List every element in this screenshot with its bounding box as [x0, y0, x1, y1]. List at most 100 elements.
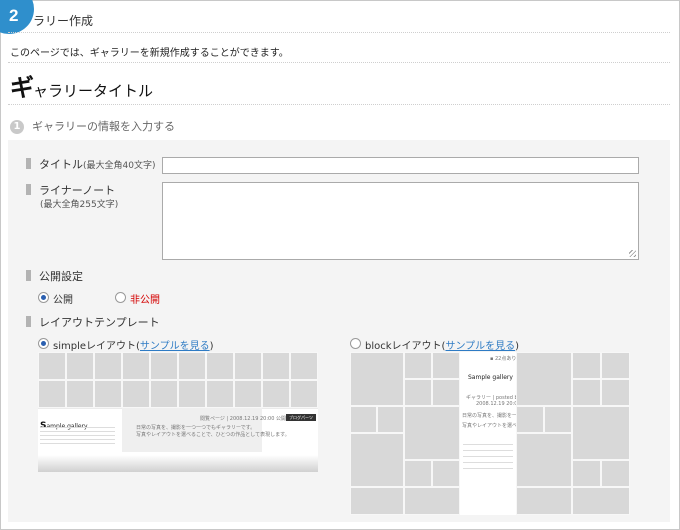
- visibility-private-radio[interactable]: [115, 292, 126, 303]
- step-number: 2: [9, 6, 19, 25]
- page-title-initial: ギ: [10, 74, 34, 102]
- preview-photo: [350, 352, 404, 406]
- preview-photo: [404, 487, 460, 515]
- preview-photo: [516, 487, 572, 515]
- preview-photo: [516, 406, 544, 433]
- layout-simple-label: simpleレイアウト(サンプルを見る): [53, 337, 214, 352]
- preview-text-line: [463, 462, 513, 463]
- preview-photo: [601, 460, 630, 487]
- liner-notes-label-text: ライナーノート: [39, 184, 116, 197]
- layout-simple-name[interactable]: simpleレイアウト: [53, 341, 136, 352]
- title-label-text: タイトル: [39, 158, 83, 171]
- preview-photo: [572, 487, 630, 515]
- visibility-public-radio[interactable]: [38, 292, 49, 303]
- preview-photo: [150, 352, 178, 380]
- preview-text-line: [463, 450, 513, 451]
- step-badge: 2: [0, 0, 34, 34]
- preview-text-line: [40, 427, 115, 428]
- preview-photo: [234, 380, 262, 408]
- title-label-note: (最大全角40文字): [83, 161, 156, 171]
- preview-text-line: [40, 443, 115, 444]
- preview-photo: [262, 352, 290, 380]
- paren-close: ): [515, 341, 520, 352]
- layout-label-text: レイアウトテンプレート: [39, 316, 160, 329]
- simple-sample-link[interactable]: サンプルを見る: [140, 341, 210, 352]
- preview-photo: [572, 460, 601, 487]
- preview-simple-text1: 日常の写真を、撮影を一つ一つでもギャラリーです。: [136, 425, 256, 431]
- preview-photo: [601, 352, 630, 379]
- layout-simple-radio[interactable]: [38, 338, 49, 349]
- preview-block-meta2: 2008.12.19 20:00: [476, 401, 521, 407]
- visibility-label: 公開設定: [26, 268, 83, 284]
- label-bar: [26, 316, 31, 327]
- preview-photo: [350, 406, 377, 433]
- divider: [8, 32, 670, 33]
- liner-notes-note: (最大全角255文字): [40, 200, 119, 210]
- label-bar: [26, 184, 31, 195]
- divider: [8, 62, 670, 63]
- visibility-private-label[interactable]: 非公開: [130, 291, 160, 306]
- preview-photo: [350, 487, 404, 515]
- preview-photo: [94, 352, 122, 380]
- preview-photo: [601, 379, 630, 406]
- preview-footer-gradient: [38, 455, 318, 472]
- preview-photo: [38, 380, 66, 408]
- preview-photo: [404, 379, 432, 406]
- preview-photo: [262, 380, 290, 408]
- preview-photo: [94, 380, 122, 408]
- preview-photo: [234, 352, 262, 380]
- preview-photo: [38, 352, 66, 380]
- preview-photo: [432, 460, 460, 487]
- paren-close: ): [209, 341, 214, 352]
- preview-text-line: [40, 431, 115, 432]
- preview-photo: [66, 380, 94, 408]
- preview-photo: [432, 379, 460, 406]
- preview-simple-button: ブログパーツ: [286, 414, 316, 421]
- label-bar: [26, 270, 31, 281]
- block-layout-preview[interactable]: ▪ 22点あります Sample gallery ギャラリー | posted …: [350, 352, 630, 515]
- layout-block-name[interactable]: blockレイアウト: [365, 341, 442, 352]
- preview-photo: [290, 352, 318, 380]
- preview-simple-meta: 閲覧ページ | 2008.12.19 20:00 公開: [200, 416, 286, 422]
- preview-text-line: [40, 439, 115, 440]
- preview-photo: [178, 352, 206, 380]
- preview-text-line: [463, 468, 513, 469]
- title-field-label: タイトル(最大全角40文字): [26, 156, 155, 172]
- divider: [8, 104, 670, 105]
- preview-photo: [404, 460, 432, 487]
- preview-photo: [432, 352, 460, 379]
- preview-photo: [178, 380, 206, 408]
- simple-layout-preview[interactable]: Sample gallery 閲覧ページ | 2008.12.19 20:00 …: [38, 352, 318, 472]
- preview-photo: [404, 406, 460, 460]
- preview-photo: [206, 380, 234, 408]
- preview-photo: [516, 433, 572, 487]
- resize-grip-icon[interactable]: [629, 250, 636, 257]
- preview-simple-text2: 写真やレイアウトを選べることで、ひとつの作品として表現します。: [136, 432, 290, 438]
- preview-photo: [404, 352, 432, 379]
- layout-block-radio[interactable]: [350, 338, 361, 349]
- preview-text-line: [463, 444, 513, 445]
- form-step-number: 1: [10, 120, 24, 134]
- preview-photo: [66, 352, 94, 380]
- preview-photo: [572, 352, 601, 379]
- preview-photo: [516, 352, 572, 406]
- block-sample-link[interactable]: サンプルを見る: [445, 341, 515, 352]
- visibility-label-text: 公開設定: [39, 270, 83, 283]
- preview-photo: [290, 380, 318, 408]
- preview-block-title: Sample gallery: [468, 374, 513, 381]
- preview-photo: [122, 352, 150, 380]
- liner-notes-label: ライナーノート: [26, 182, 115, 198]
- liner-notes-textarea[interactable]: [162, 182, 639, 260]
- preview-text-line: [40, 435, 115, 436]
- preview-photo: [350, 433, 404, 487]
- preview-photo: [122, 380, 150, 408]
- preview-photo: [150, 380, 178, 408]
- layout-label: レイアウトテンプレート: [26, 314, 160, 330]
- page-title-rest: ャラリータイトル: [33, 82, 154, 100]
- title-input[interactable]: [162, 157, 639, 174]
- visibility-public-label[interactable]: 公開: [53, 291, 73, 306]
- label-bar: [26, 158, 31, 169]
- preview-photo: [544, 406, 572, 433]
- form-step: 1 ギャラリーの情報を入力する: [10, 118, 175, 134]
- preview-photo: [377, 406, 404, 433]
